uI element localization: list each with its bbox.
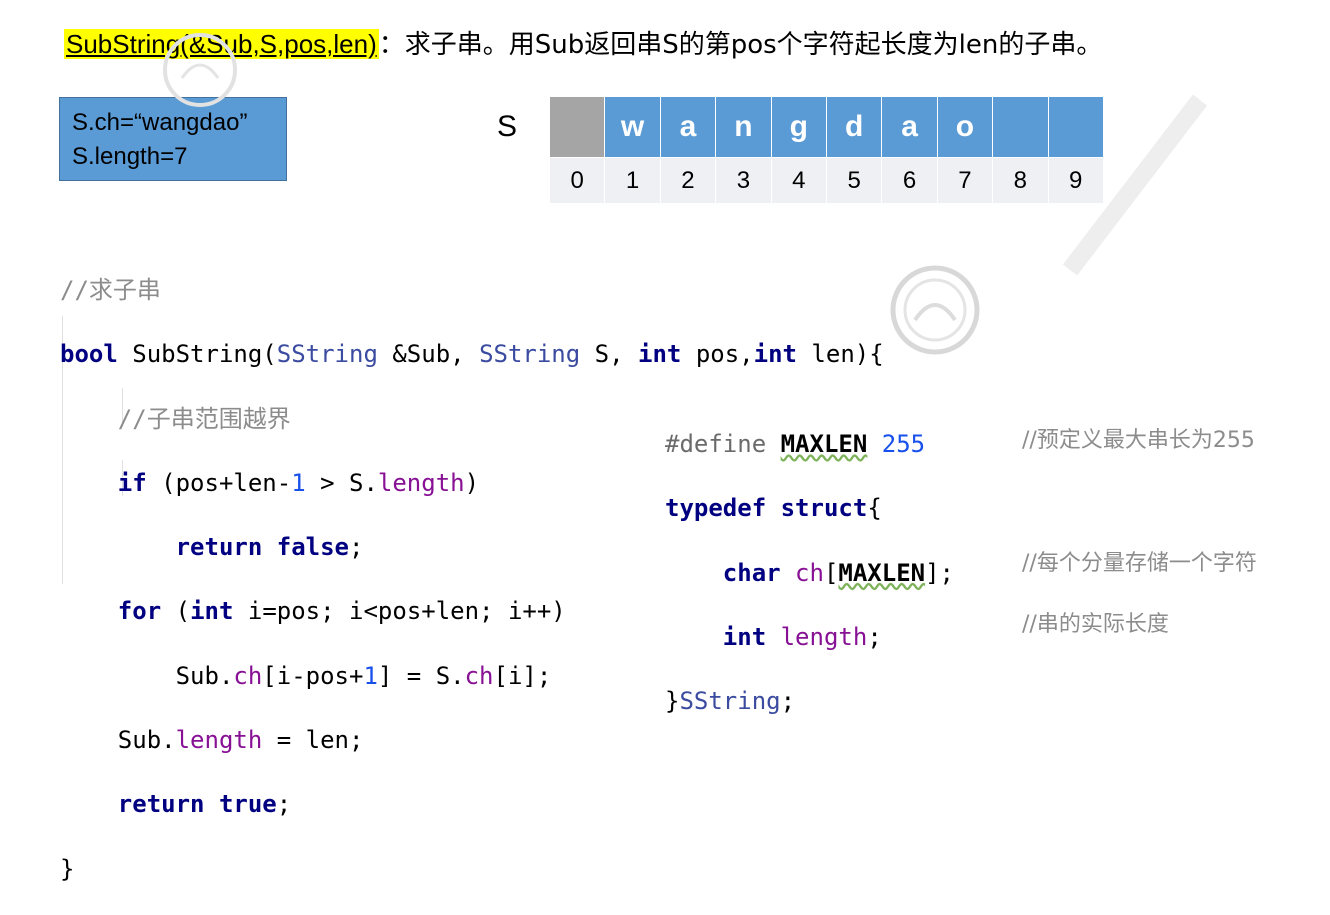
code-text: Sub. <box>175 661 234 690</box>
index-cell: 0 <box>550 157 606 203</box>
code-text: SubString( <box>117 340 277 369</box>
code-line-spacer <box>1022 484 1257 520</box>
index-cell: 8 <box>993 157 1049 203</box>
code-number: 1 <box>291 468 306 497</box>
code-macro: MAXLEN <box>780 430 868 458</box>
code-text: (pos+len- <box>146 468 292 497</box>
code-preprocessor: #define <box>665 430 767 458</box>
code-keyword: typedef <box>665 494 767 523</box>
code-keyword: if <box>117 468 147 497</box>
code-keyword: int <box>190 597 234 626</box>
code-text: ) <box>464 468 480 497</box>
code-field: ch <box>795 558 824 587</box>
code-text: Sub. <box>117 726 176 755</box>
code-text: ; <box>780 687 796 716</box>
code-keyword: int <box>638 340 682 369</box>
char-cell: a <box>660 97 717 157</box>
code-keyword: for <box>117 597 162 626</box>
code-comment: //串的实际长度 <box>1022 611 1169 637</box>
code-field: ch <box>464 661 494 690</box>
code-text: pos, <box>681 340 754 369</box>
code-text: len){ <box>796 340 884 369</box>
code-keyword: return <box>175 533 263 562</box>
char-cell: w <box>605 97 661 157</box>
code-text: ( <box>161 597 191 626</box>
code-type: SString <box>679 687 781 716</box>
code-number: 255 <box>881 430 926 458</box>
code-line: } <box>60 851 884 887</box>
code-text: ; <box>349 533 364 562</box>
code-text: ; <box>867 622 882 651</box>
index-cell: 5 <box>826 157 883 203</box>
code-line: #define MAXLEN 255 <box>665 426 954 462</box>
code-text: } <box>60 854 75 883</box>
code-line: typedef struct{ <box>665 490 954 526</box>
index-cell: 7 <box>937 157 994 203</box>
code-text: S, <box>580 340 639 369</box>
code-keyword: char <box>722 558 781 587</box>
index-cell: 2 <box>660 157 717 203</box>
code-line: }SString; <box>665 683 954 719</box>
code-text: ; <box>276 790 292 819</box>
code-text: ]; <box>925 558 955 587</box>
code-field: length <box>377 468 465 497</box>
code-comment: //子串范围越界 <box>117 404 291 433</box>
code-keyword: int <box>722 622 767 651</box>
code-line: //求子串 <box>60 272 884 308</box>
index-cell: 1 <box>605 157 661 203</box>
code-text: [i-pos+ <box>262 661 364 690</box>
index-cell: 4 <box>771 157 827 203</box>
code-line: int length; <box>665 619 954 655</box>
page-title: SubString(&Sub,S,pos,len)：求子串。用Sub返回串S的第… <box>64 26 1102 62</box>
info-line-length: S.length=7 <box>72 143 188 170</box>
code-macro: MAXLEN <box>838 558 926 587</box>
code-line: return true; <box>60 786 884 822</box>
char-cell: n <box>716 97 772 157</box>
char-cell <box>993 97 1049 157</box>
code-text: &Sub, <box>377 340 480 369</box>
code-comment: //预定义最大串长为255 <box>1022 428 1255 453</box>
index-cell: 6 <box>882 157 938 203</box>
code-comment: //求子串 <box>60 276 161 304</box>
index-cell: 9 <box>1048 157 1104 203</box>
char-cell: g <box>771 97 827 157</box>
string-info-box: S.ch=“wangdao” S.length=7 <box>59 97 287 181</box>
char-cell <box>1048 97 1104 157</box>
code-comment: //每个分量存储一个字符 <box>1022 550 1257 576</box>
code-text: [i]; <box>493 661 552 690</box>
char-cell: o <box>937 97 994 157</box>
code-text: i=pos; i<pos+len; i++) <box>233 597 566 626</box>
code-number: 1 <box>363 661 378 690</box>
code-text: = len; <box>262 726 364 755</box>
code-keyword: bool <box>60 340 118 369</box>
code-text: [ <box>823 558 839 587</box>
watermark-seal-icon <box>890 265 980 355</box>
code-keyword: true <box>218 790 277 819</box>
char-cell <box>550 97 606 157</box>
code-field: length <box>175 726 263 755</box>
code-keyword: struct <box>780 494 868 523</box>
code-line: char ch[MAXLEN]; <box>665 555 954 591</box>
sstring-definition-block: #define MAXLEN 255 typedef struct{ char … <box>665 398 954 747</box>
string-array-table: w a n g d a o 0 1 2 3 4 5 6 7 8 9 <box>550 97 1104 203</box>
code-type: SString <box>479 340 581 369</box>
code-text: { <box>867 494 882 523</box>
code-text: ] = S. <box>377 661 465 690</box>
code-keyword: int <box>753 340 797 369</box>
char-cell: a <box>882 97 938 157</box>
index-cell: 3 <box>716 157 772 203</box>
code-text: > S. <box>305 468 378 497</box>
code-text: } <box>665 687 680 716</box>
code-keyword: false <box>276 533 349 562</box>
function-signature: SubString(&Sub,S,pos,len) <box>64 29 379 59</box>
function-description: ：求子串。用Sub返回串S的第pos个字符起长度为len的子串。 <box>378 30 1103 60</box>
code-keyword: return <box>117 790 205 819</box>
code-field: ch <box>233 661 263 690</box>
code-field: length <box>780 622 868 651</box>
code-type: SString <box>276 340 378 369</box>
info-line-ch: S.ch=“wangdao” <box>72 109 248 136</box>
string-label: S <box>497 110 518 143</box>
code-line: bool SubString(SString &Sub, SString S, … <box>60 336 884 372</box>
char-cell: d <box>826 97 883 157</box>
